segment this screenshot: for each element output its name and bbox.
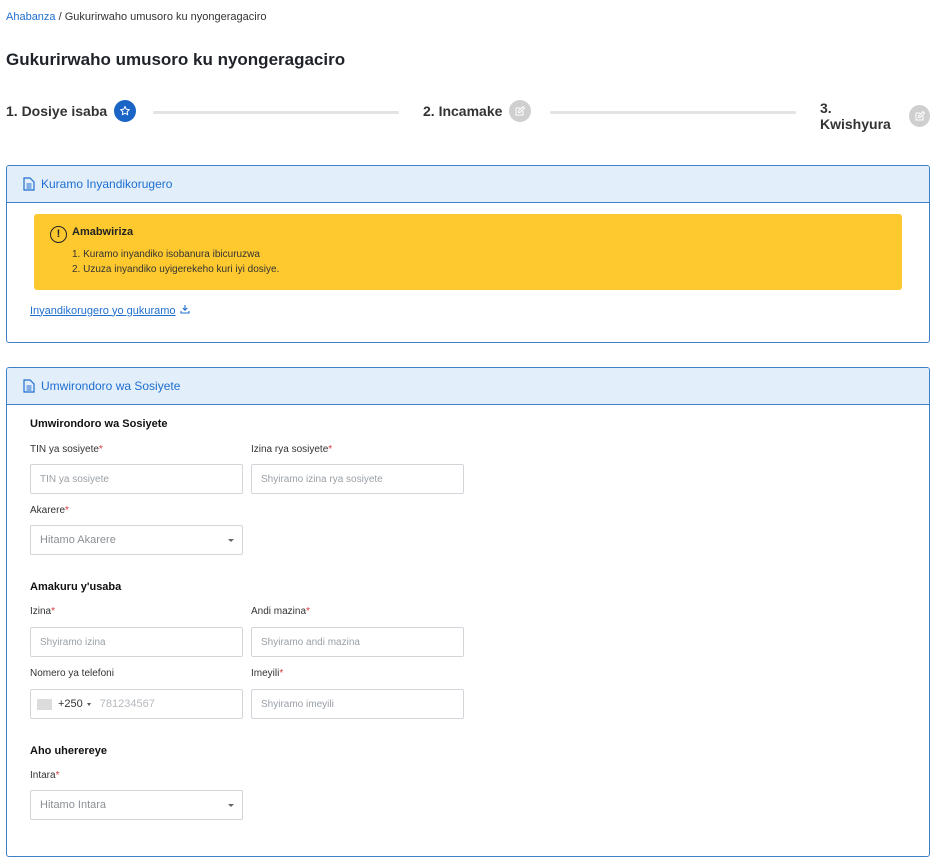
step-label: 1. Dosiye isaba <box>6 103 108 119</box>
dial-code[interactable]: +250 <box>58 698 83 710</box>
phone-placeholder: 781234567 <box>99 698 155 710</box>
download-template-link[interactable]: Inyandikorugero yo gukuramo <box>30 304 190 317</box>
card-title: Umwirondoro wa Sosiyete <box>41 379 181 393</box>
chevron-down-icon <box>228 539 234 542</box>
location-section-title: Aho uherereye <box>30 745 108 757</box>
alert-list: 1. Kuramo inyandiko isobanura ibicuruzwa… <box>72 247 279 277</box>
star-icon <box>114 100 137 122</box>
email-placeholder: Shyiramo imeyili <box>261 698 334 710</box>
other-names-placeholder: Shyiramo andi mazina <box>261 636 360 648</box>
company-section-title: Umwirondoro wa Sosiyete <box>30 418 168 430</box>
edit-icon <box>909 105 930 127</box>
download-template-card: Kuramo Inyandikorugero ! Amabwiriza 1. K… <box>6 165 930 343</box>
breadcrumb-separator: / <box>58 11 62 23</box>
province-label: Intara* <box>30 770 60 781</box>
page-title: Gukurirwaho umusoro ku nyongeragaciro <box>6 50 346 69</box>
step-dosiye-isaba[interactable]: 1. Dosiye isaba <box>6 100 137 122</box>
breadcrumb-home-link[interactable]: Ahabanza <box>6 11 56 23</box>
alert-item: 1. Kuramo inyandiko isobanura ibicuruzwa <box>72 249 260 260</box>
card-header: Kuramo Inyandikorugero <box>7 166 929 203</box>
flag-icon[interactable] <box>37 698 52 710</box>
first-name-input[interactable]: Shyiramo izina <box>30 627 243 657</box>
other-names-label: Andi mazina* <box>251 606 310 617</box>
download-icon <box>179 304 190 317</box>
first-name-placeholder: Shyiramo izina <box>40 636 106 648</box>
progress-stepper: 1. Dosiye isaba 2. Incamake 3. Kwishyura <box>6 100 930 132</box>
document-icon <box>23 177 35 191</box>
alert-item: 2. Uzuza inyandiko uyigerekeho kuri iyi … <box>72 264 280 275</box>
other-names-input[interactable]: Shyiramo andi mazina <box>251 627 464 657</box>
province-select[interactable]: Hitamo Intara <box>30 790 243 820</box>
company-profile-card: Umwirondoro wa Sosiyete Umwirondoro wa S… <box>6 367 930 857</box>
instructions-alert: ! Amabwiriza 1. Kuramo inyandiko isobanu… <box>34 214 902 290</box>
step-kwishyura[interactable]: 3. Kwishyura <box>820 100 930 132</box>
document-icon <box>23 379 35 393</box>
tin-label: TIN ya sosiyete* <box>30 444 103 455</box>
step-label: 2. Incamake <box>423 103 503 119</box>
district-placeholder: Hitamo Akarere <box>40 534 116 546</box>
district-label: Akarere* <box>30 505 69 516</box>
download-link-label: Inyandikorugero yo gukuramo <box>30 304 176 317</box>
exclamation-icon: ! <box>50 226 67 243</box>
province-placeholder: Hitamo Intara <box>40 799 107 811</box>
card-header: Umwirondoro wa Sosiyete <box>7 368 929 405</box>
phone-label: Nomero ya telefoni <box>30 668 114 679</box>
card-title: Kuramo Inyandikorugero <box>41 177 173 191</box>
company-name-input[interactable]: Shyiramo izina rya sosiyete <box>251 464 464 494</box>
email-label: Imeyili* <box>251 668 284 679</box>
step-connector <box>153 111 399 114</box>
breadcrumb-current: Gukurirwaho umusoro ku nyongeragaciro <box>64 11 267 23</box>
phone-input[interactable]: +250 781234567 <box>30 689 243 719</box>
district-select[interactable]: Hitamo Akarere <box>30 525 243 555</box>
step-label: 3. Kwishyura <box>820 100 891 132</box>
applicant-section-title: Amakuru y'usaba <box>30 581 122 593</box>
tin-input[interactable]: TIN ya sosiyete <box>30 464 243 494</box>
company-name-placeholder: Shyiramo izina rya sosiyete <box>261 473 383 485</box>
company-name-label: Izina rya sosiyete* <box>251 444 333 455</box>
chevron-down-icon[interactable] <box>86 702 91 706</box>
tin-placeholder: TIN ya sosiyete <box>40 473 109 485</box>
breadcrumb: Ahabanza / Gukurirwaho umusoro ku nyonge… <box>6 11 267 23</box>
step-incamake[interactable]: 2. Incamake <box>423 100 532 122</box>
email-input[interactable]: Shyiramo imeyili <box>251 689 464 719</box>
chevron-down-icon <box>228 804 234 807</box>
alert-title: Amabwiriza <box>72 226 134 238</box>
edit-icon <box>509 100 532 122</box>
step-connector <box>550 111 796 114</box>
first-name-label: Izina* <box>30 606 56 617</box>
